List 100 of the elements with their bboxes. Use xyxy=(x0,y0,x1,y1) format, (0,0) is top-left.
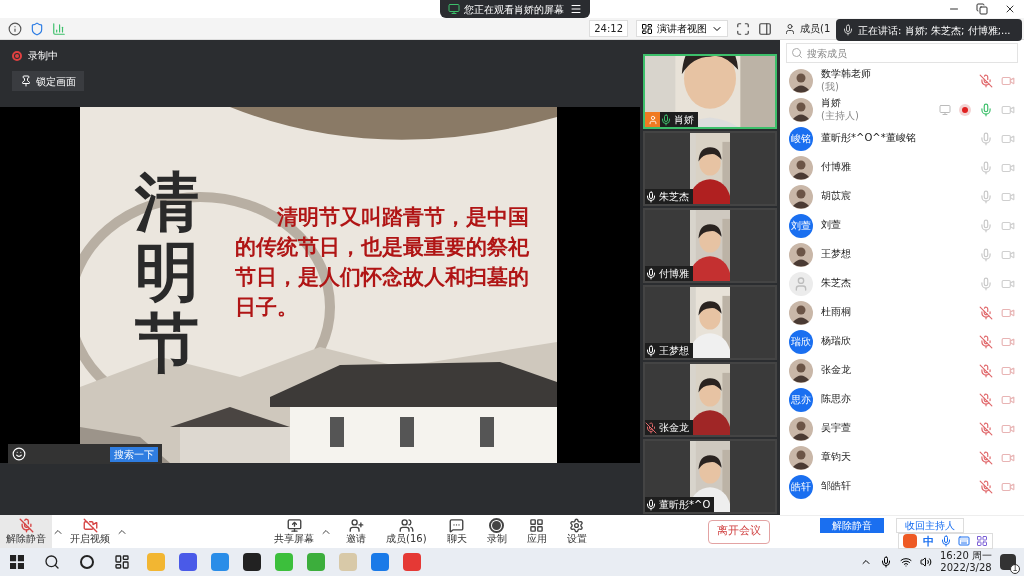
member-row[interactable]: 皓轩 邹皓轩 xyxy=(780,472,1024,501)
users-icon xyxy=(398,517,414,533)
notification-count: 1 xyxy=(1010,564,1020,574)
clock-time[interactable]: 16:20 周一 xyxy=(940,549,992,562)
member-name: 肖娇 xyxy=(821,97,842,110)
shield-icon[interactable] xyxy=(30,21,44,36)
mic-muted-icon xyxy=(18,517,34,533)
share-screen-icon xyxy=(286,517,302,533)
member-name: 张金龙 xyxy=(821,364,851,377)
slide-text: 清明节又叫踏青节，是中国的传统节日，也是最重要的祭祀节日，是人们怀念故人和扫墓的日子。 xyxy=(235,203,530,321)
toolbar-button[interactable]: 聊天 xyxy=(440,515,473,548)
recording-label: 录制中 xyxy=(28,49,58,63)
add-user-icon xyxy=(348,517,364,533)
fullscreen-icon[interactable] xyxy=(736,21,750,36)
volume-icon[interactable] xyxy=(920,556,932,568)
participant-name: 付博雅 xyxy=(659,267,689,281)
task-view-icon[interactable] xyxy=(114,554,130,570)
member-row[interactable]: 张金龙 xyxy=(780,356,1024,385)
avatar xyxy=(789,358,813,383)
clock-date[interactable]: 2022/3/28 xyxy=(940,562,992,575)
toolbar-button[interactable]: 应用 xyxy=(520,515,553,548)
lock-view-button[interactable]: 锁定画面 xyxy=(12,71,84,91)
avatar xyxy=(789,184,813,209)
layout-icon xyxy=(641,22,653,35)
member-name: 王梦想 xyxy=(821,248,851,261)
member-row[interactable]: 王梦想 xyxy=(780,240,1024,269)
cortana-icon[interactable] xyxy=(80,555,94,569)
mic-tray-icon[interactable] xyxy=(880,556,892,568)
member-name: 付博雅 xyxy=(821,161,851,174)
close-icon[interactable] xyxy=(1004,3,1016,15)
banner-text: 您正在观看肖娇的屏幕 xyxy=(464,2,564,17)
sidebar-icon[interactable] xyxy=(758,21,772,36)
search-field[interactable]: 搜索成员 xyxy=(786,43,1018,63)
avatar: 刘萱 xyxy=(789,213,813,238)
avatar xyxy=(789,416,813,441)
member-row[interactable]: 吴宇萱 xyxy=(780,414,1024,443)
member-row[interactable]: 刘萱 刘萱 xyxy=(780,211,1024,240)
member-row[interactable]: 胡苡宸 xyxy=(780,182,1024,211)
participant-name: 王梦想 xyxy=(659,344,689,358)
input-mode: 中 xyxy=(923,535,934,547)
host-badge-icon xyxy=(645,112,660,127)
panel-tab[interactable]: 成员(1 xyxy=(800,21,831,36)
avatar: 瑞欣 xyxy=(789,329,813,354)
emoji-icon[interactable] xyxy=(12,447,26,461)
camera-off-icon xyxy=(82,517,98,533)
view-dropdown[interactable]: 演讲者视图 xyxy=(636,20,728,37)
member-row[interactable]: 肖娇 (主持人) xyxy=(780,95,1024,124)
member-row[interactable]: 付博雅 xyxy=(780,153,1024,182)
restore-icon[interactable] xyxy=(976,3,988,15)
avatar xyxy=(789,97,813,122)
member-name: 邹皓轩 xyxy=(821,480,851,493)
toolbar-button[interactable]: 开启视频 xyxy=(64,515,116,548)
calligraphy-title: 清明节 xyxy=(135,167,199,379)
search-icon xyxy=(791,47,803,59)
member-row[interactable]: 数学韩老师 (我) xyxy=(780,66,1024,95)
avatar xyxy=(789,242,813,267)
member-name: 胡苡宸 xyxy=(821,190,851,203)
member-row[interactable]: 瑞欣 杨瑞欣 xyxy=(780,327,1024,356)
windows-start-icon[interactable] xyxy=(10,555,24,569)
avatar: 峻铭 xyxy=(789,126,813,151)
taskbar-app-icon[interactable] xyxy=(243,553,261,571)
record-dot-icon xyxy=(12,50,22,61)
chat-icon xyxy=(449,517,465,533)
member-name: 数学韩老师 xyxy=(821,68,871,81)
participant-name: 肖娇 xyxy=(674,113,694,127)
toolbar-button[interactable]: 解除静音 xyxy=(0,515,52,548)
voice-input-icon[interactable] xyxy=(940,535,952,547)
toolbar-button[interactable]: 邀请 xyxy=(340,515,372,548)
member-row[interactable]: 峻铭 董昕彤*^O^*董峻铭 xyxy=(780,124,1024,153)
member-row[interactable]: 杜雨桐 xyxy=(780,298,1024,327)
member-name: 朱芝杰 xyxy=(821,277,851,290)
member-role: (主持人) xyxy=(821,109,859,122)
record-icon xyxy=(489,517,505,533)
toolbar-button[interactable]: 共享屏幕 xyxy=(268,515,320,548)
search-icon[interactable] xyxy=(44,554,60,570)
reclaim-host-button[interactable]: 收回主持人 xyxy=(896,518,964,533)
keyboard-icon[interactable] xyxy=(958,535,970,547)
mic-icon xyxy=(842,24,854,36)
toolbar-button[interactable]: 成员(16) xyxy=(380,515,433,548)
toolbox-icon[interactable] xyxy=(976,535,988,547)
toolbar-button[interactable]: 设置 xyxy=(560,515,593,548)
menu-icon[interactable] xyxy=(570,3,582,15)
unmute-all-button[interactable]: 解除静音 xyxy=(820,518,884,533)
leave-meeting-button[interactable]: 离开会议 xyxy=(708,519,770,544)
avatar xyxy=(789,300,813,325)
member-name: 董昕彤*^O^*董峻铭 xyxy=(821,132,916,145)
member-name: 刘萱 xyxy=(821,219,841,232)
member-row[interactable]: 章钧天 xyxy=(780,443,1024,472)
member-row[interactable]: 朱芝杰 xyxy=(780,269,1024,298)
meeting-timer: 24:12 xyxy=(589,20,628,37)
avatar: 思亦 xyxy=(789,387,813,412)
member-row[interactable]: 思亦 陈思亦 xyxy=(780,385,1024,414)
info-icon[interactable] xyxy=(8,21,22,36)
toolbar-button[interactable]: 录制 xyxy=(480,515,513,548)
search-button[interactable]: 搜索一下 xyxy=(110,446,158,462)
tooltip-text: 正在讲话: 肖娇; 朱芝杰; 付博雅;... xyxy=(858,23,1011,38)
member-name: 章钧天 xyxy=(821,451,851,464)
wifi-icon[interactable] xyxy=(900,556,912,568)
screen-icon xyxy=(448,3,460,15)
member-name: 杜雨桐 xyxy=(821,306,851,319)
